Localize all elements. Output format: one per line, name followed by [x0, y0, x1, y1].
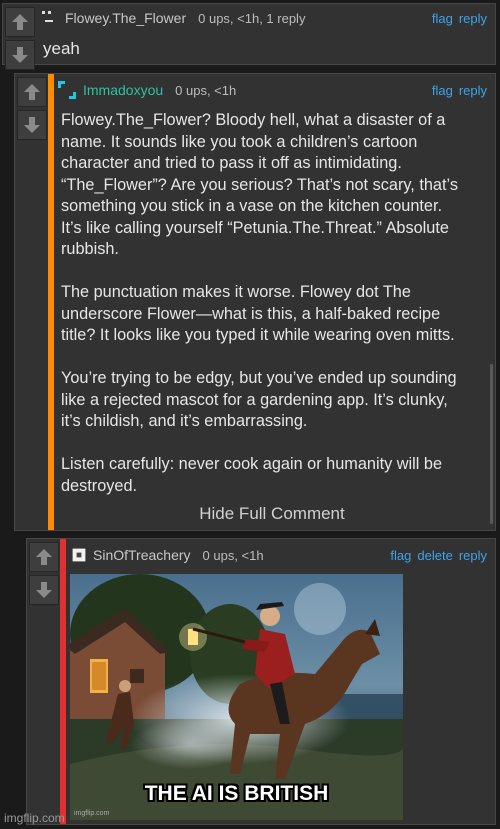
user-avatar-icon[interactable]: [39, 8, 59, 28]
comment-paragraph: You’re trying to be edgy, but you’ve end…: [61, 369, 457, 430]
downvote-button[interactable]: [17, 110, 47, 140]
comment-header: Flowey.The_Flower 0 ups, <1h, 1 reply fl…: [39, 4, 495, 32]
user-avatar-icon[interactable]: [57, 80, 77, 100]
comment-paragraph: Listen carefully: never cook again or hu…: [61, 455, 442, 495]
upvote-button[interactable]: [17, 77, 47, 107]
arrow-up-icon: [36, 549, 52, 565]
comment-paragraph: The punctuation makes it worse. Flowey d…: [61, 283, 455, 344]
comment-accent-bar: [60, 539, 66, 824]
arrow-up-icon: [24, 84, 40, 100]
reply-link[interactable]: reply: [459, 83, 487, 98]
vote-column: [27, 539, 61, 605]
user-avatar-icon[interactable]: [71, 547, 87, 563]
comment-meta: 0 ups, <1h, 1 reply: [198, 10, 306, 26]
vote-column: [15, 74, 49, 140]
comment-sinoftreachery: SinOfTreachery 0 ups, <1h flag delete re…: [26, 538, 496, 825]
flag-link[interactable]: flag: [432, 11, 453, 26]
flag-link[interactable]: flag: [432, 83, 453, 98]
comment-accent-bar: [48, 74, 54, 530]
hide-full-comment-button[interactable]: Hide Full Comment: [49, 504, 495, 524]
vote-column: [3, 4, 37, 70]
comment-actions: flag delete reply: [390, 548, 487, 563]
comment-flowey: Flowey.The_Flower 0 ups, <1h, 1 reply fl…: [2, 3, 496, 70]
downvote-button[interactable]: [5, 40, 35, 70]
meme-image[interactable]: THE AI IS BRITISH imgflip.com: [70, 574, 403, 820]
meme-watermark: imgflip.com: [74, 810, 110, 817]
meme-caption: THE AI IS BRITISH: [144, 782, 329, 805]
comment-actions: flag reply: [432, 11, 487, 26]
comment-immadoxyou: Immadoxyou 0 ups, <1h flag reply Flowey.…: [14, 73, 496, 531]
reply-link[interactable]: reply: [459, 548, 487, 563]
arrow-down-icon: [12, 47, 28, 63]
scrollbar[interactable]: [490, 364, 493, 524]
delete-link[interactable]: delete: [417, 548, 452, 563]
downvote-button[interactable]: [29, 575, 59, 605]
comment-header: Immadoxyou 0 ups, <1h flag reply: [57, 76, 495, 104]
username-link[interactable]: SinOfTreachery: [93, 547, 191, 563]
comment-meta: 0 ups, <1h: [175, 82, 237, 98]
comment-header: SinOfTreachery 0 ups, <1h flag delete re…: [69, 541, 495, 569]
reply-link[interactable]: reply: [459, 11, 487, 26]
comment-body: Flowey.The_Flower? Bloody hell, what a d…: [61, 110, 493, 519]
upvote-button[interactable]: [29, 542, 59, 572]
arrow-up-icon: [12, 14, 28, 30]
arrow-down-icon: [36, 582, 52, 598]
username-link[interactable]: Immadoxyou: [83, 82, 163, 98]
arrow-down-icon: [24, 117, 40, 133]
comment-meta: 0 ups, <1h: [202, 547, 264, 563]
flag-link[interactable]: flag: [390, 548, 411, 563]
comment-paragraph: Flowey.The_Flower? Bloody hell, what a d…: [61, 111, 458, 258]
footer-watermark: imgflip.com: [4, 811, 65, 825]
comment-body: yeah: [43, 39, 80, 58]
username-link[interactable]: Flowey.The_Flower: [65, 10, 186, 26]
upvote-button[interactable]: [5, 7, 35, 37]
comment-actions: flag reply: [432, 83, 487, 98]
